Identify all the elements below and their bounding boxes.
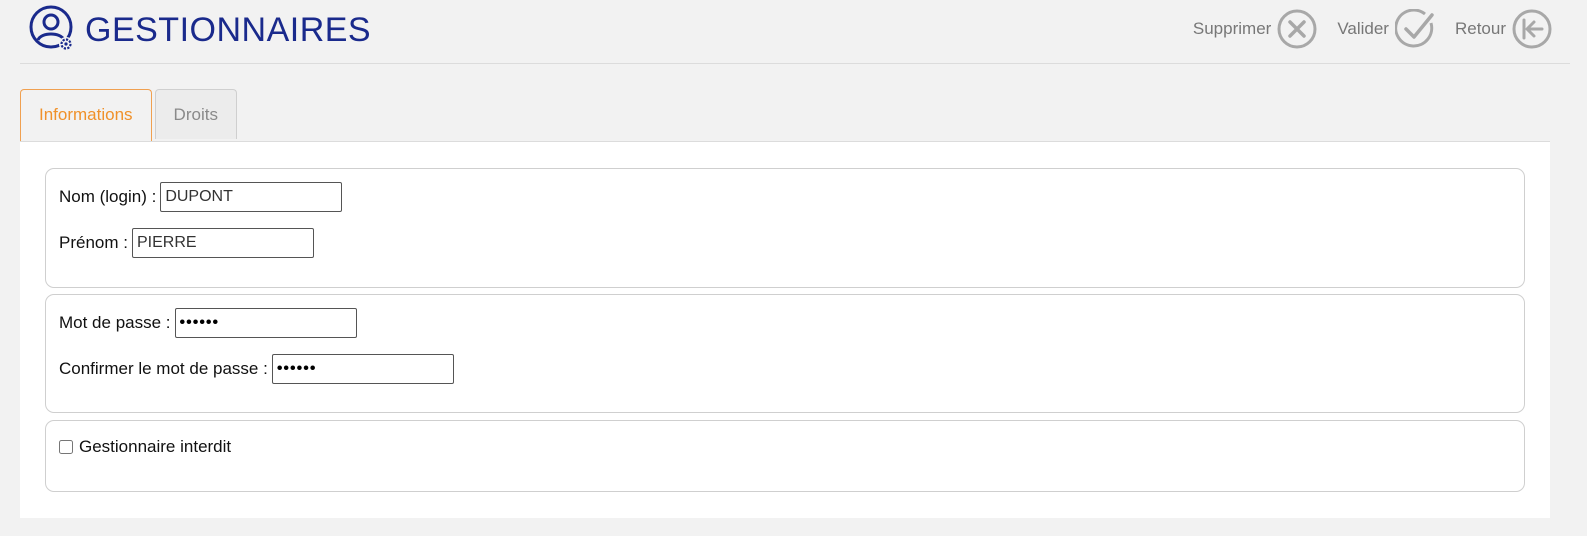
page-title: GESTIONNAIRES	[85, 11, 372, 49]
delete-label: Supprimer	[1192, 19, 1272, 38]
validate-label: Valider	[1337, 19, 1389, 38]
tab-bar: Informations Droits	[20, 89, 240, 141]
delete-button[interactable]: Supprimer	[1193, 9, 1317, 49]
password-label: Mot de passe :	[59, 313, 171, 332]
firstname-row: Prénom :	[59, 228, 314, 258]
header-actions: Supprimer Valider Retour	[1173, 8, 1552, 50]
password-row: Mot de passe :	[59, 308, 357, 338]
user-gear-icon	[29, 5, 73, 51]
firstname-input[interactable]	[131, 228, 314, 258]
identity-panel: Nom (login) : Prénom :	[45, 168, 1525, 288]
back-button[interactable]: Retour	[1455, 9, 1552, 49]
tab-droits[interactable]: Droits	[154, 89, 237, 139]
page-header: GESTIONNAIRES Supprimer Valider Retour	[20, 0, 1570, 64]
back-label: Retour	[1454, 19, 1506, 38]
forbidden-label: Gestionnaire interdit	[79, 437, 232, 456]
validate-button[interactable]: Valider	[1337, 9, 1435, 49]
forbidden-row: Gestionnaire interdit	[59, 437, 231, 457]
password-input[interactable]	[174, 308, 357, 338]
password-panel: Mot de passe : Confirmer le mot de passe…	[45, 294, 1525, 413]
confirm-password-label: Confirmer le mot de passe :	[59, 359, 268, 378]
check-circle-icon	[1394, 9, 1434, 48]
status-panel: Gestionnaire interdit	[45, 420, 1525, 492]
back-arrow-icon	[1512, 9, 1552, 49]
login-label: Nom (login) :	[59, 187, 157, 206]
tab-content: Nom (login) : Prénom : Mot de passe : Co…	[20, 141, 1550, 518]
login-row: Nom (login) :	[59, 182, 343, 212]
login-input[interactable]	[160, 182, 343, 212]
close-circle-icon	[1277, 9, 1317, 49]
tab-informations[interactable]: Informations	[20, 89, 152, 141]
forbidden-checkbox[interactable]	[59, 440, 73, 454]
firstname-label: Prénom :	[59, 233, 128, 252]
confirm-password-input[interactable]	[271, 354, 454, 384]
confirm-password-row: Confirmer le mot de passe :	[59, 354, 454, 384]
